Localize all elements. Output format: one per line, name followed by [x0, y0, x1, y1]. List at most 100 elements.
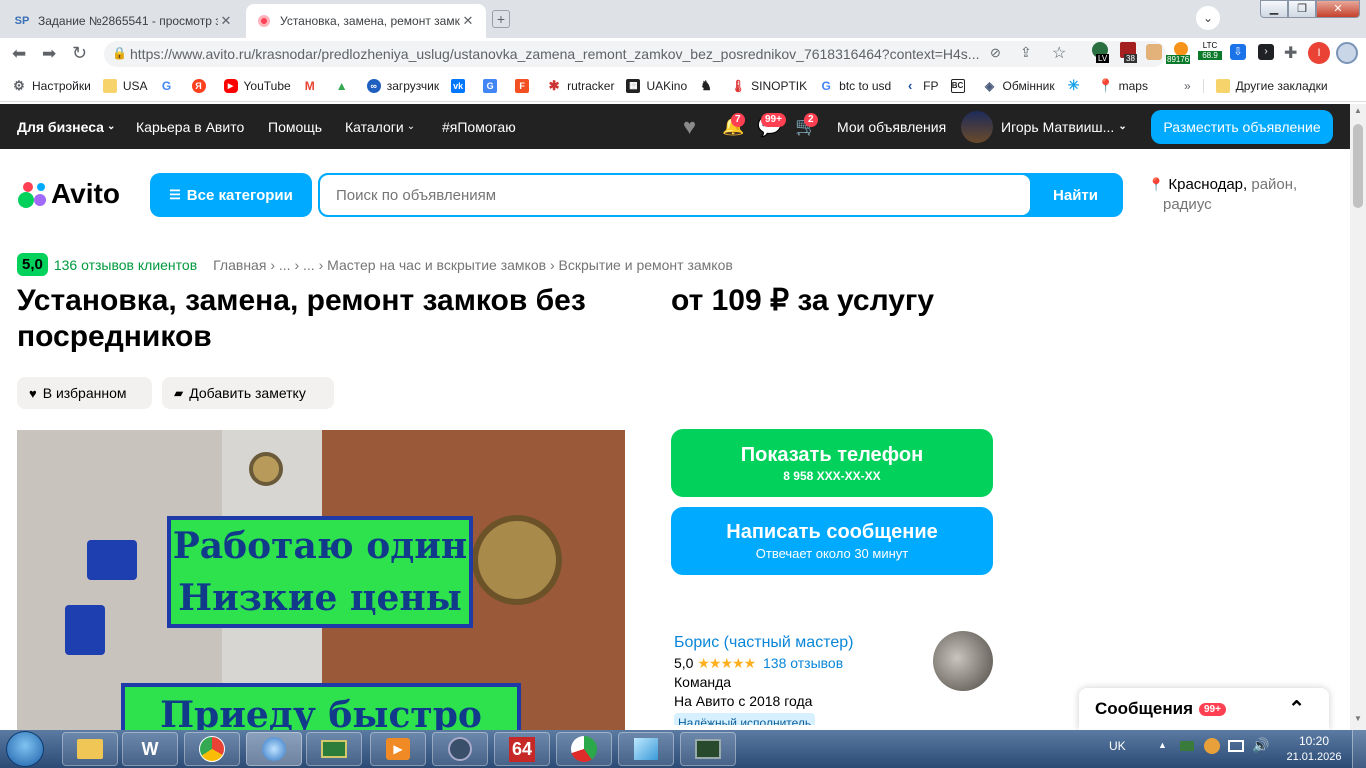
- bookmark-settings[interactable]: ⚙ Настройки: [12, 78, 91, 93]
- seller-avatar[interactable]: [933, 631, 993, 691]
- avito-logo[interactable]: Avito: [17, 178, 120, 209]
- bookmark-fp[interactable]: ‹ FP: [903, 78, 939, 93]
- bookmark-sinoptik[interactable]: 🌡 SINOPTIK: [731, 79, 808, 93]
- share-icon[interactable]: ⇪: [1020, 44, 1032, 61]
- tab-search-chevron-icon[interactable]: ⌄: [1196, 6, 1220, 30]
- taskbar-app-pie[interactable]: [556, 732, 612, 766]
- bookmark-btc-to-usd[interactable]: Gbtc to usd: [819, 79, 891, 93]
- seller-reviews-link[interactable]: 138 отзывов: [763, 655, 843, 671]
- taskbar-clock-app[interactable]: [432, 732, 488, 766]
- show-phone-button[interactable]: Показать телефон 8 958 XXX-XX-XX: [671, 429, 993, 497]
- favorites-heart-icon[interactable]: ♥: [683, 104, 696, 149]
- maximize-button[interactable]: ❐: [1288, 0, 1316, 18]
- bookmark-drive[interactable]: ▲: [335, 79, 355, 93]
- notifications-bell-icon[interactable]: 🔔: [722, 104, 744, 149]
- bookmark-uakino[interactable]: ▦ UAKino: [626, 78, 687, 93]
- bookmark-google[interactable]: G: [160, 79, 180, 93]
- close-tab-icon[interactable]: ✕: [460, 13, 476, 29]
- menu-icon[interactable]: [1336, 42, 1358, 64]
- show-desktop-button[interactable]: [1352, 730, 1366, 768]
- bookmark-gmail[interactable]: M: [303, 79, 323, 93]
- nav-ya-pomogayu[interactable]: #яПомогаю: [442, 104, 516, 149]
- clock[interactable]: 10:20 21.01.2026: [1284, 733, 1344, 765]
- bookmark-chess[interactable]: ♞: [699, 78, 719, 93]
- messages-panel[interactable]: Сообщения 99+ ⌃: [1079, 688, 1329, 730]
- taskbar-monitor[interactable]: [680, 732, 736, 766]
- extension-lv-icon[interactable]: LV: [1090, 42, 1114, 66]
- post-ad-button[interactable]: Разместить объявление: [1151, 110, 1333, 144]
- bookmark-f[interactable]: F: [515, 78, 535, 93]
- profile-avatar-icon[interactable]: I: [1308, 42, 1330, 64]
- taskbar-app-green[interactable]: [306, 732, 362, 766]
- download-icon[interactable]: ⇩: [1230, 44, 1246, 60]
- taskbar-media[interactable]: ▶: [370, 732, 426, 766]
- extension-ltc-icon[interactable]: LTC 68.9: [1198, 41, 1222, 67]
- taskbar-app-64[interactable]: 64: [494, 732, 550, 766]
- breadcrumb-home[interactable]: Главная: [213, 257, 266, 273]
- location-selector[interactable]: 📍 Краснодар, район, радиус: [1148, 175, 1297, 215]
- cart-icon[interactable]: 🛒: [795, 104, 817, 149]
- tray-app-icon[interactable]: [1204, 738, 1220, 754]
- scroll-up-icon[interactable]: ▲: [1352, 106, 1364, 116]
- tray-app-icon[interactable]: [1180, 741, 1194, 751]
- scroll-down-icon[interactable]: ▼: [1352, 714, 1364, 724]
- taskbar-explorer[interactable]: [62, 732, 118, 766]
- write-message-button[interactable]: Написать сообщение Отвечает около 30 мин…: [671, 507, 993, 575]
- bookmark-yandex[interactable]: Я: [191, 78, 212, 93]
- language-indicator[interactable]: UK: [1109, 739, 1126, 753]
- nav-catalogs[interactable]: Каталоги ⌄: [345, 104, 415, 149]
- other-bookmarks[interactable]: Другие закладки: [1202, 78, 1328, 93]
- bookmark-bc[interactable]: BC: [950, 78, 971, 93]
- browser-tab-active[interactable]: Установка, замена, ремонт замко ✕: [246, 4, 486, 38]
- bookmark-maps[interactable]: 📍 maps: [1098, 78, 1148, 93]
- chevron-up-icon[interactable]: ⌃: [1288, 696, 1305, 721]
- bookmark-youtube[interactable]: ▶ YouTube: [223, 78, 291, 93]
- reviews-link[interactable]: 136 отзывов клиентов: [54, 257, 197, 273]
- user-menu[interactable]: Игорь Матвииш... ⌄: [961, 104, 1127, 149]
- taskbar-app-w[interactable]: W: [122, 732, 178, 766]
- nav-career[interactable]: Карьера в Авито: [136, 104, 244, 149]
- all-categories-button[interactable]: ☰ Все категории: [150, 173, 312, 217]
- taskbar-network[interactable]: [246, 732, 302, 766]
- address-bar[interactable]: 🔒 https://www.avito.ru/krasnodar/predloz…: [104, 41, 1166, 67]
- volume-icon[interactable]: 🔊: [1252, 737, 1269, 754]
- tray-network-icon[interactable]: [1228, 740, 1244, 752]
- favorite-button[interactable]: ♥ В избранном: [17, 377, 152, 409]
- search-button[interactable]: Найти: [1030, 175, 1121, 215]
- extension-btc-icon[interactable]: 89176: [1166, 42, 1196, 66]
- taskbar-notepad[interactable]: [618, 732, 674, 766]
- add-note-button[interactable]: ▰ Добавить заметку: [162, 377, 334, 409]
- bookmark-translate[interactable]: G: [483, 78, 503, 93]
- bookmarks-more-button[interactable]: »: [1184, 79, 1191, 93]
- search-input[interactable]: [320, 175, 1030, 215]
- back-arrow-icon[interactable]: ⬅: [12, 44, 26, 64]
- nav-for-business[interactable]: Для бизнеса ⌄: [17, 104, 115, 149]
- extension-arrow-icon[interactable]: ›: [1258, 44, 1274, 60]
- minimize-button[interactable]: ▁: [1260, 0, 1288, 18]
- new-tab-button[interactable]: +: [492, 10, 510, 28]
- scrollbar-thumb[interactable]: [1353, 124, 1363, 208]
- tray-expand-icon[interactable]: ▲: [1158, 740, 1167, 750]
- browser-tab[interactable]: SP Задание №2865541 - просмотр з ✕: [4, 4, 244, 38]
- bookmark-snowflake[interactable]: ✳: [1067, 77, 1087, 93]
- close-window-button[interactable]: ✕: [1316, 0, 1360, 18]
- reload-icon[interactable]: ↻: [72, 43, 87, 64]
- bookmark-vk[interactable]: vk: [451, 78, 471, 93]
- site-permissions-icon[interactable]: ⊘: [990, 45, 1001, 61]
- listing-photo[interactable]: Работаю один Низкие цены Приеду быстро: [17, 430, 625, 730]
- forward-arrow-icon[interactable]: ➡: [42, 44, 56, 64]
- taskbar-chrome[interactable]: [184, 732, 240, 766]
- extension-badge-38-icon[interactable]: 38: [1118, 42, 1142, 66]
- start-button[interactable]: [6, 731, 44, 767]
- my-ads-link[interactable]: Мои объявления: [837, 104, 946, 149]
- bookmark-loader[interactable]: ∞ загрузчик: [366, 78, 439, 93]
- bookmark-usa[interactable]: USA: [102, 78, 148, 93]
- close-tab-icon[interactable]: ✕: [218, 13, 234, 29]
- bookmark-exchanger[interactable]: ◈ Обмінник: [983, 79, 1055, 93]
- bookmark-rutracker[interactable]: ✱ rutracker: [547, 78, 615, 93]
- bookmark-star-icon[interactable]: ☆: [1052, 43, 1066, 63]
- extensions-puzzle-icon[interactable]: ✚: [1284, 43, 1297, 63]
- scrollbar[interactable]: ▲ ▼: [1350, 104, 1366, 730]
- seller-name-link[interactable]: Борис (частный мастер): [674, 632, 853, 654]
- extension-face-icon[interactable]: [1146, 44, 1162, 60]
